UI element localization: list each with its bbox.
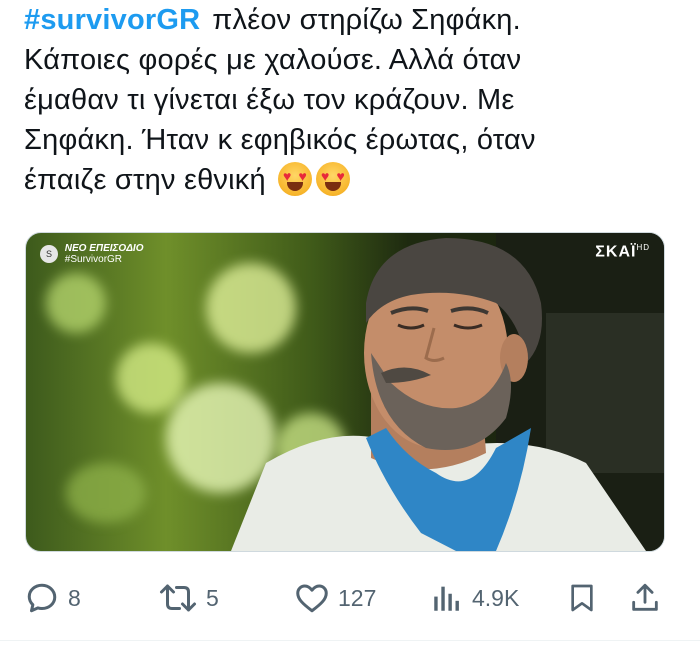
reply-button[interactable]: 8 — [24, 575, 81, 621]
overlay-new-episode: ΝΕΟ ΕΠΕΙΣΟΔΙΟ — [64, 243, 144, 254]
tweet-action-bar: 8 5 127 4.9K — [0, 575, 700, 621]
person-illustration — [231, 233, 664, 551]
tweet-line-5-text: έπαιζε στην εθνική — [24, 164, 266, 196]
bookmark-button[interactable] — [566, 575, 598, 621]
tweet-line-1-text: πλέον στηρίζω Σηφάκη. — [212, 4, 521, 36]
like-button[interactable]: 127 — [294, 575, 376, 621]
tweet-media-image[interactable]: S ΝΕΟ ΕΠΕΙΣΟΔΙΟ #SurvivorGR ΣΚΑΪHD — [25, 232, 665, 552]
tweet-text: #survivorGR πλέον στηρίζω Σηφάκη. Κάποιες… — [24, 0, 684, 200]
overlay-hashtag: #SurvivorGR — [64, 254, 123, 265]
like-count: 127 — [338, 584, 377, 611]
heart-eyes-emoji-icon: ♥ ♥ — [316, 162, 351, 196]
survivor-logo-icon: S — [40, 245, 58, 263]
tweet-line-5: έπαιζε στην εθνική ♥ ♥ ♥ ♥ — [24, 160, 684, 200]
reply-count: 8 — [68, 584, 81, 611]
hashtag-link[interactable]: #survivorGR — [24, 4, 200, 36]
tweet-line-2: Κάποιες φορές με χαλούσε. Αλλά όταν — [24, 44, 522, 76]
view-count: 4.9K — [472, 584, 520, 611]
retweet-button[interactable]: 5 — [158, 575, 219, 621]
retweet-count: 5 — [206, 584, 219, 611]
views-button[interactable]: 4.9K — [430, 575, 519, 621]
bookmark-icon — [571, 584, 593, 612]
tweet-divider — [0, 640, 700, 641]
share-icon — [632, 583, 658, 611]
tweet-line-3: έμαθαν τι γίνεται έξω τον κράζουν. Με — [24, 84, 515, 116]
channel-hd-badge: HD — [636, 243, 650, 252]
heart-eyes-emoji-icon: ♥ ♥ — [278, 162, 313, 196]
channel-logo: ΣΚΑΪHD — [595, 243, 650, 261]
share-button[interactable] — [628, 575, 662, 621]
reply-icon — [27, 583, 57, 613]
tweet-line-4: Σηφάκη. Ήταν κ εφηβικός έρωτας, όταν — [24, 124, 536, 156]
episode-overlay: S ΝΕΟ ΕΠΕΙΣΟΔΙΟ #SurvivorGR — [40, 243, 143, 265]
retweet-icon — [160, 584, 196, 612]
channel-logo-text: ΣΚΑΪ — [595, 243, 637, 261]
tweet-line-1: #survivorGR πλέον στηρίζω Σηφάκη. — [24, 0, 684, 40]
heart-icon — [296, 584, 328, 613]
views-chart-icon — [434, 586, 459, 611]
